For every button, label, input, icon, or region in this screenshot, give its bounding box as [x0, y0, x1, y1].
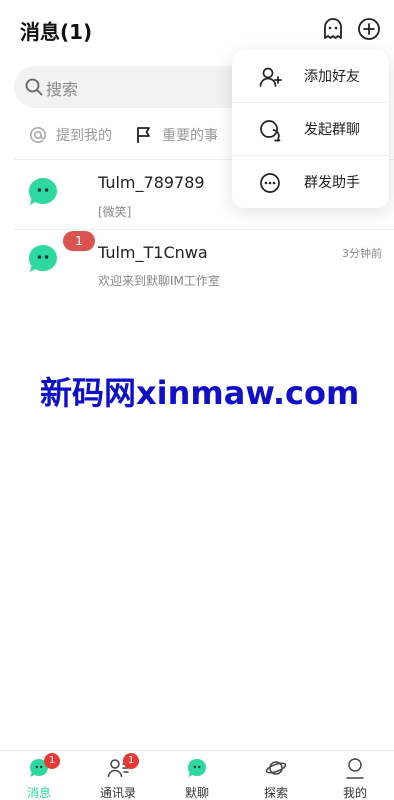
tab-label: 探索 [263, 786, 288, 800]
menu-item-add-friend[interactable]: 添加好友 [232, 50, 389, 102]
tab-contacts[interactable]: 1 通讯录 [79, 751, 157, 800]
tab-profile[interactable]: 我的 [316, 751, 394, 800]
tab-badge: 1 [44, 753, 60, 769]
search-icon [24, 77, 44, 97]
menu-item-label: 添加好友 [304, 69, 360, 85]
conversation-preview: 欢迎来到默聊IM工作室 [98, 274, 220, 288]
add-friend-icon [258, 65, 282, 89]
page-title: 消息(1) [20, 20, 93, 44]
conversation-time: 3分钟前 [342, 247, 382, 260]
at-icon [28, 125, 48, 145]
filter-mentions[interactable]: 提到我的 [28, 118, 112, 152]
tab-label: 默聊 [184, 786, 209, 800]
planet-icon [265, 757, 287, 779]
menu-item-group-chat[interactable]: 发起群聊 [232, 103, 389, 155]
tab-badge: 1 [123, 753, 139, 769]
mochat-avatar-icon [26, 175, 60, 209]
tab-label: 通讯录 [99, 786, 136, 800]
menu-item-label: 发起群聊 [304, 122, 360, 138]
filter-label: 重要的事 [162, 128, 218, 144]
tab-messages[interactable]: 1 消息 [0, 751, 78, 800]
mochat-avatar-icon [26, 242, 60, 276]
filter-label: 提到我的 [56, 128, 112, 144]
menu-item-broadcast[interactable]: 群发助手 [232, 156, 389, 208]
tab-mochat[interactable]: 默聊 [158, 751, 236, 800]
popup-menu: 添加好友 发起群聊 群发助手 [232, 50, 389, 208]
unread-badge: 1 [63, 231, 95, 251]
group-chat-icon [258, 118, 282, 142]
profile-icon [344, 757, 366, 779]
ghost-chat-icon[interactable] [320, 16, 346, 42]
flag-icon [134, 125, 154, 145]
conversation-preview: [微笑] [98, 205, 132, 219]
tab-label: 我的 [342, 786, 367, 800]
mochat-icon [186, 757, 208, 779]
tab-label: 消息 [26, 786, 51, 800]
search-placeholder: 搜索 [46, 80, 79, 99]
menu-item-label: 群发助手 [304, 175, 360, 191]
broadcast-icon [258, 171, 282, 195]
conversation-name: Tulm_789789 [98, 173, 205, 192]
bottom-tab-bar: 1 消息 1 通讯录 默聊 探索 我的 [0, 750, 394, 800]
conversation-name: Tulm_T1Cnwa [98, 243, 208, 262]
add-circle-icon[interactable] [356, 16, 382, 42]
filter-important[interactable]: 重要的事 [134, 118, 218, 152]
tab-explore[interactable]: 探索 [237, 751, 315, 800]
watermark-text: 新码网xinmaw.com [40, 374, 360, 412]
conversation-item[interactable]: 1 Tulm_T1Cnwa 欢迎来到默聊IM工作室 3分钟前 [0, 230, 394, 300]
